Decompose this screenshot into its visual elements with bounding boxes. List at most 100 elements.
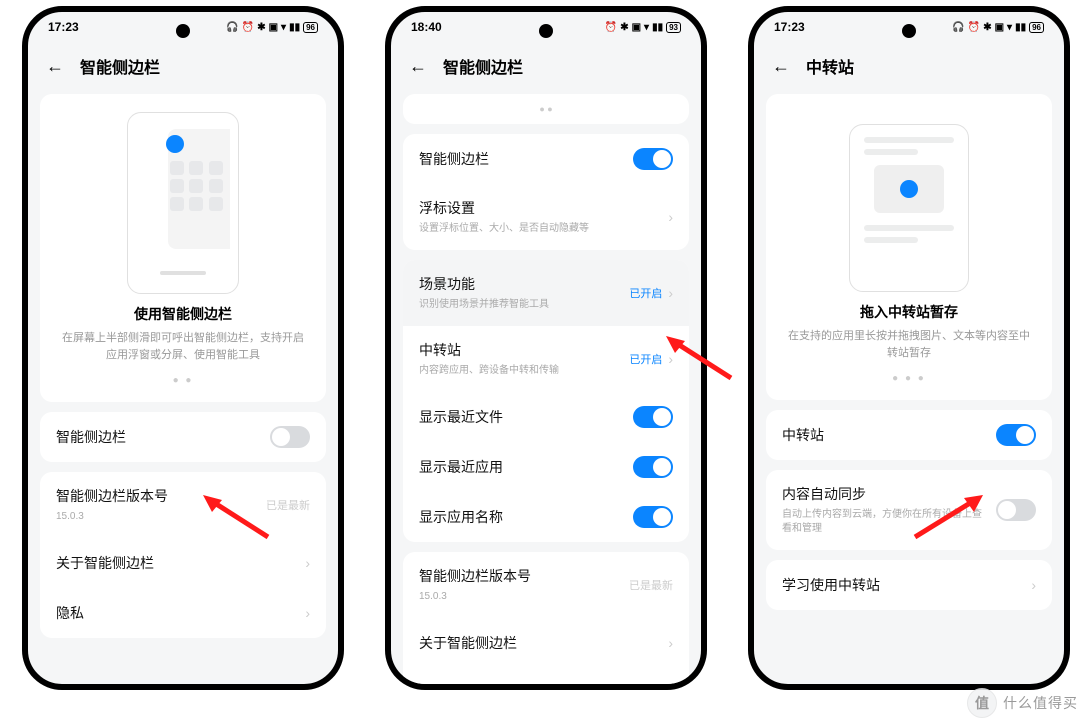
back-icon[interactable]: ← bbox=[46, 56, 64, 77]
phone-3: 17:23 🎧 ⏰ ✱ ▣ ▾ ▮▮ 96 ← 中转站 bbox=[748, 6, 1070, 690]
chevron-right-icon: › bbox=[668, 209, 673, 225]
chevron-right-icon: › bbox=[668, 351, 673, 367]
battery-icon: 93 bbox=[666, 22, 681, 33]
alarm-icon: ⏰ bbox=[242, 22, 254, 33]
chevron-right-icon: › bbox=[305, 605, 310, 621]
row-smart-sidebar[interactable]: 智能侧边栏 bbox=[403, 134, 689, 184]
battery-icon: 96 bbox=[1029, 22, 1044, 33]
row-relay-station[interactable]: 中转站 内容跨应用、跨设备中转和传输 已开启› bbox=[403, 326, 689, 392]
page-title: 智能侧边栏 bbox=[80, 54, 160, 78]
row-recent-apps[interactable]: 显示最近应用 bbox=[403, 442, 689, 492]
row-label: 显示最近应用 bbox=[419, 457, 627, 477]
row-recent-files[interactable]: 显示最近文件 bbox=[403, 392, 689, 442]
phone-2: 18:40 ⏰ ✱ ▣ ▾ ▮▮ 93 ← 智能侧边栏 ● ● 智能侧边栏 bbox=[385, 6, 707, 690]
row-about[interactable]: 关于智能侧边栏 › bbox=[403, 618, 689, 668]
row-float-settings[interactable]: 浮标设置 设置浮标位置、大小、是否自动隐藏等 › bbox=[403, 184, 689, 250]
back-icon[interactable]: ← bbox=[409, 56, 427, 77]
toggle-smart-sidebar[interactable] bbox=[633, 148, 673, 170]
row-label: 学习使用中转站 bbox=[782, 575, 1025, 595]
row-learn-relay[interactable]: 学习使用中转站 › bbox=[766, 560, 1052, 610]
toggle-smart-sidebar[interactable] bbox=[270, 426, 310, 448]
hero-card: 拖入中转站暂存 在支持的应用里长按并拖拽图片、文本等内容至中转站暂存 ● ● ● bbox=[766, 94, 1052, 400]
signal-icon: ▮▮ bbox=[289, 22, 300, 33]
camera-notch bbox=[902, 24, 916, 38]
hero-dots-card: ● ● bbox=[403, 94, 689, 124]
hd-icon: ▣ bbox=[269, 22, 278, 33]
row-label: 智能侧边栏版本号 bbox=[419, 566, 623, 586]
bluetooth-icon: ✱ bbox=[257, 22, 265, 33]
row-label: 中转站 bbox=[419, 340, 623, 360]
row-label: 显示最近文件 bbox=[419, 407, 627, 427]
row-label: 关于智能侧边栏 bbox=[56, 553, 299, 573]
hero-desc: 在支持的应用里长按并拖拽图片、文本等内容至中转站暂存 bbox=[784, 328, 1034, 361]
chevron-right-icon: › bbox=[668, 285, 673, 301]
chevron-right-icon: › bbox=[1031, 577, 1036, 593]
row-subtitle: 自动上传内容到云端，方便你在所有设备上查看和管理 bbox=[782, 508, 990, 536]
row-label: 中转站 bbox=[782, 425, 990, 445]
row-version[interactable]: 智能侧边栏版本号 15.0.3 已是最新 bbox=[40, 472, 326, 538]
back-icon[interactable]: ← bbox=[772, 56, 790, 77]
row-label: 隐私 bbox=[56, 603, 299, 623]
row-label: 隐私 bbox=[419, 683, 662, 690]
row-app-names[interactable]: 显示应用名称 bbox=[403, 492, 689, 542]
row-subtitle: 设置浮标位置、大小、是否自动隐藏等 bbox=[419, 222, 662, 236]
row-subtitle: 识别使用场景并推荐智能工具 bbox=[419, 298, 623, 312]
chevron-right-icon: › bbox=[305, 555, 310, 571]
page-title: 中转站 bbox=[806, 54, 854, 78]
hero-illustration bbox=[849, 124, 969, 292]
version-value: 15.0.3 bbox=[56, 510, 260, 524]
bluetooth-icon: ✱ bbox=[620, 22, 628, 33]
row-privacy[interactable]: 隐私 › bbox=[403, 668, 689, 690]
row-scene-features[interactable]: 场景功能 识别使用场景并推荐智能工具 已开启 › bbox=[403, 260, 689, 326]
alarm-icon: ⏰ bbox=[968, 22, 980, 33]
hero-desc: 在屏幕上半部侧滑即可呼出智能侧边栏，支持开启应用浮窗或分屏、使用智能工具 bbox=[58, 330, 308, 363]
row-about[interactable]: 关于智能侧边栏 › bbox=[40, 538, 326, 588]
row-label: 关于智能侧边栏 bbox=[419, 633, 662, 653]
version-value: 15.0.3 bbox=[419, 590, 623, 604]
row-relay-station[interactable]: 中转站 bbox=[766, 410, 1052, 460]
camera-notch bbox=[539, 24, 553, 38]
page-indicator: ● ● ● bbox=[784, 373, 1034, 384]
hero-title: 拖入中转站暂存 bbox=[784, 302, 1034, 322]
toggle-auto-sync[interactable] bbox=[996, 499, 1036, 521]
row-label: 智能侧边栏 bbox=[419, 149, 627, 169]
row-privacy[interactable]: 隐私 › bbox=[40, 588, 326, 638]
toggle-app-names[interactable] bbox=[633, 506, 673, 528]
hero-card: 使用智能侧边栏 在屏幕上半部侧滑即可呼出智能侧边栏，支持开启应用浮窗或分屏、使用… bbox=[40, 94, 326, 402]
page-title: 智能侧边栏 bbox=[443, 54, 523, 78]
hd-icon: ▣ bbox=[632, 22, 641, 33]
screenshot-canvas: 17:23 🎧 ⏰ ✱ ▣ ▾ ▮▮ 96 ← 智能侧边栏 bbox=[0, 0, 1080, 720]
signal-icon: ▮▮ bbox=[652, 22, 663, 33]
row-version[interactable]: 智能侧边栏版本号 15.0.3 已是最新 bbox=[403, 552, 689, 618]
row-label: 浮标设置 bbox=[419, 198, 662, 218]
row-smart-sidebar[interactable]: 智能侧边栏 bbox=[40, 412, 326, 462]
signal-icon: ▮▮ bbox=[1015, 22, 1026, 33]
row-label: 显示应用名称 bbox=[419, 507, 627, 527]
chevron-right-icon: › bbox=[668, 635, 673, 651]
status-icons: 🎧 ⏰ ✱ ▣ ▾ ▮▮ 96 bbox=[226, 22, 318, 33]
hd-icon: ▣ bbox=[995, 22, 1004, 33]
toggle-recent-files[interactable] bbox=[633, 406, 673, 428]
row-label: 智能侧边栏 bbox=[56, 427, 264, 447]
page-header: ← 智能侧边栏 bbox=[28, 42, 338, 94]
status-icons: 🎧 ⏰ ✱ ▣ ▾ ▮▮ 96 bbox=[952, 22, 1044, 33]
watermark-text: 什么值得买 bbox=[1003, 693, 1078, 713]
enabled-badge: 已开启 bbox=[629, 285, 662, 301]
page-header: ← 智能侧边栏 bbox=[391, 42, 701, 94]
hero-illustration bbox=[127, 112, 239, 294]
row-auto-sync[interactable]: 内容自动同步 自动上传内容到云端，方便你在所有设备上查看和管理 bbox=[766, 470, 1052, 550]
toggle-recent-apps[interactable] bbox=[633, 456, 673, 478]
status-icons: ⏰ ✱ ▣ ▾ ▮▮ 93 bbox=[605, 22, 681, 33]
hero-title: 使用智能侧边栏 bbox=[58, 304, 308, 324]
alarm-icon: ⏰ bbox=[605, 22, 617, 33]
toggle-relay-station[interactable] bbox=[996, 424, 1036, 446]
headphone-icon: 🎧 bbox=[952, 22, 964, 33]
phone-1: 17:23 🎧 ⏰ ✱ ▣ ▾ ▮▮ 96 ← 智能侧边栏 bbox=[22, 6, 344, 690]
latest-badge: 已是最新 bbox=[629, 577, 673, 593]
page-header: ← 中转站 bbox=[754, 42, 1064, 94]
latest-badge: 已是最新 bbox=[266, 497, 310, 513]
row-label: 场景功能 bbox=[419, 274, 623, 294]
wifi-icon: ▾ bbox=[644, 22, 649, 33]
status-time: 17:23 bbox=[774, 20, 805, 34]
headphone-icon: 🎧 bbox=[226, 22, 238, 33]
